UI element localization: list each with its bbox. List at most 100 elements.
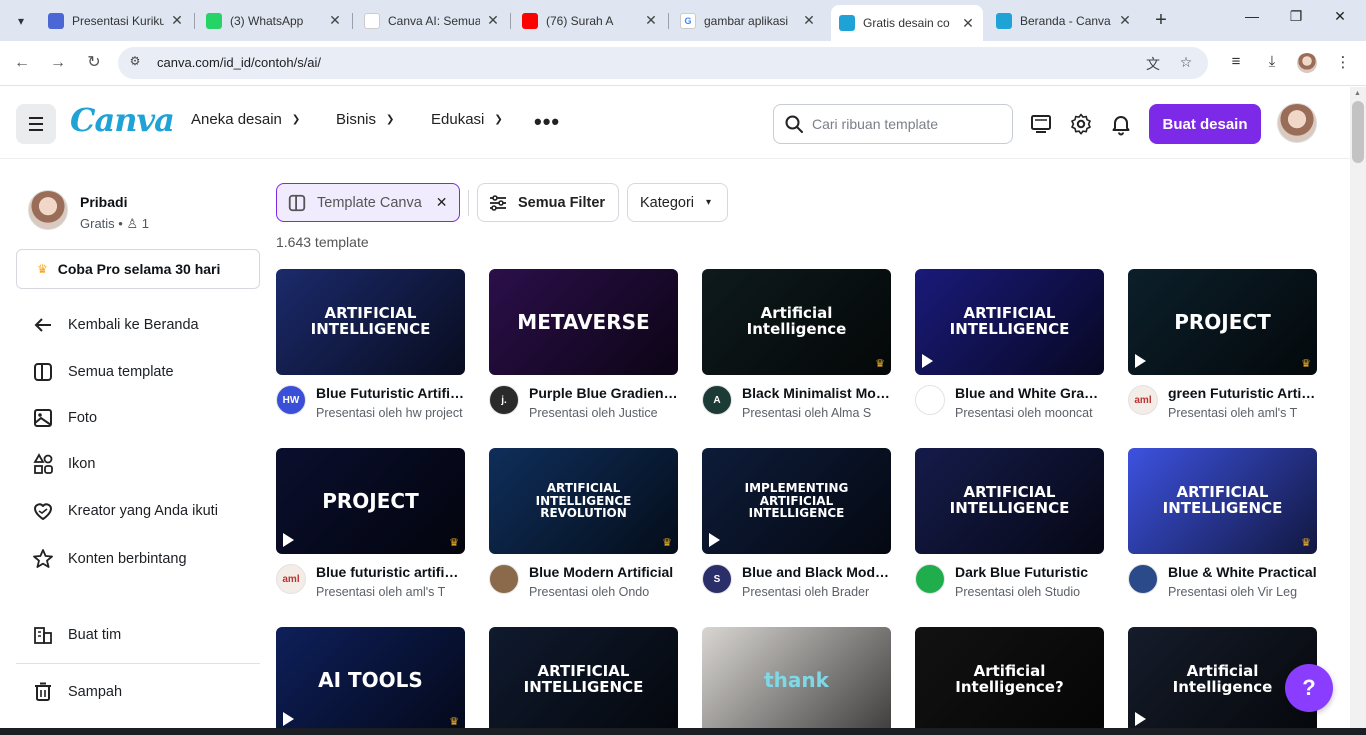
category-dropdown[interactable]: Kategori ▾ xyxy=(627,183,728,222)
creator-avatar[interactable]: j. xyxy=(489,385,519,415)
template-card[interactable]: METAVERSE j. Purple Blue Gradient Metavers… xyxy=(489,269,678,423)
page-scrollbar[interactable]: ▲ xyxy=(1350,87,1366,735)
forward-icon[interactable]: → xyxy=(47,52,69,74)
template-thumbnail[interactable]: ARTIFICIAL INTELLIGENCE xyxy=(489,627,678,733)
close-window-icon[interactable]: ✕ xyxy=(1320,8,1360,25)
template-title[interactable]: green Futuristic Artificial xyxy=(1168,385,1317,401)
browser-tab[interactable]: Ggambar aplikasi ✕ xyxy=(672,6,824,35)
new-tab-button[interactable]: + xyxy=(1150,9,1172,32)
creator-avatar[interactable] xyxy=(489,564,519,594)
template-creator[interactable]: Presentasi oleh Justice xyxy=(529,406,678,420)
sidebar-item-starred[interactable]: Konten berbintang xyxy=(32,547,187,571)
template-title[interactable]: Dark Blue Futuristic xyxy=(955,564,1104,580)
creator-avatar[interactable]: aml xyxy=(276,564,306,594)
template-card[interactable]: thank xyxy=(702,627,891,733)
browser-tab[interactable]: Gratis desain co ✕ xyxy=(831,5,983,41)
profile-name[interactable]: Pribadi xyxy=(80,194,127,210)
tab-close-icon[interactable]: ✕ xyxy=(328,12,342,29)
template-title[interactable]: Blue and White Gradient AI xyxy=(955,385,1104,401)
template-card[interactable]: Artificial Intelligence ♛ A Black Minimalis… xyxy=(702,269,891,423)
template-thumbnail[interactable]: ARTIFICIAL INTELLIGENCE ♛ xyxy=(1128,448,1317,554)
browser-profile-avatar[interactable] xyxy=(1297,53,1317,73)
help-button[interactable]: ? xyxy=(1285,664,1333,712)
tab-close-icon[interactable]: ✕ xyxy=(961,15,975,32)
tab-close-icon[interactable]: ✕ xyxy=(170,12,184,29)
template-card[interactable]: ARTIFICIAL INTELLIGENCE xyxy=(489,627,678,733)
sidebar-item-followed-creators[interactable]: Kreator yang Anda ikuti xyxy=(32,499,218,523)
account-avatar[interactable] xyxy=(1277,103,1317,143)
sidebar-item-photos[interactable]: Foto xyxy=(32,406,97,430)
address-bar[interactable]: ⚙ canva.com/id_id/contoh/s/ai/ 文 ☆ xyxy=(118,47,1208,79)
nav-aneka-desain[interactable]: Aneka desain ❯ xyxy=(191,111,300,128)
template-card[interactable]: IMPLEMENTING ARTIFICIAL INTELLIGENCE S Blu… xyxy=(702,448,891,602)
creator-avatar[interactable] xyxy=(1128,564,1158,594)
browser-menu-icon[interactable]: ⋮ xyxy=(1333,53,1353,73)
template-card[interactable]: ARTIFICIAL INTELLIGENCE REVOLUTION ♛ Blue … xyxy=(489,448,678,602)
tab-close-icon[interactable]: ✕ xyxy=(802,12,816,29)
sidebar-item-all-templates[interactable]: Semua template xyxy=(32,360,174,384)
template-creator[interactable]: Presentasi oleh Vir Leg xyxy=(1168,585,1317,599)
translate-icon[interactable]: 文 xyxy=(1144,54,1162,72)
template-creator[interactable]: Presentasi oleh Studio xyxy=(955,585,1104,599)
template-thumbnail[interactable]: IMPLEMENTING ARTIFICIAL INTELLIGENCE xyxy=(702,448,891,554)
desktop-app-icon[interactable] xyxy=(1029,112,1053,136)
creator-avatar[interactable] xyxy=(915,385,945,415)
all-filters-button[interactable]: Semua Filter xyxy=(477,183,619,222)
template-creator[interactable]: Presentasi oleh mooncat xyxy=(955,406,1104,420)
template-thumbnail[interactable]: Artificial Intelligence? xyxy=(915,627,1104,733)
tab-close-icon[interactable]: ✕ xyxy=(644,12,658,29)
creator-avatar[interactable]: S xyxy=(702,564,732,594)
template-title[interactable]: Blue & White Practical xyxy=(1168,564,1317,580)
sidebar-item-trash[interactable]: Sampah xyxy=(32,680,122,704)
template-card[interactable]: ARTIFICIAL INTELLIGENCE HW Blue Futuristic… xyxy=(276,269,465,423)
creator-avatar[interactable] xyxy=(915,564,945,594)
settings-gear-icon[interactable] xyxy=(1069,112,1093,136)
template-creator[interactable]: Presentasi oleh aml's T xyxy=(316,585,465,599)
template-thumbnail[interactable]: METAVERSE xyxy=(489,269,678,375)
template-title[interactable]: Blue and Black Modern xyxy=(742,564,891,580)
template-thumbnail[interactable]: thank xyxy=(702,627,891,733)
browser-tab[interactable]: Presentasi Kurikulum ✕ xyxy=(40,6,192,35)
template-thumbnail[interactable]: Artificial Intelligence ♛ xyxy=(702,269,891,375)
template-title[interactable]: Blue Modern Artificial xyxy=(529,564,678,580)
template-card[interactable]: ARTIFICIAL INTELLIGENCE Dark Blue Futuris… xyxy=(915,448,1104,602)
nav-edukasi[interactable]: Edukasi ❯ xyxy=(431,111,503,128)
template-title[interactable]: Purple Blue Gradient Metaverse xyxy=(529,385,678,401)
template-creator[interactable]: Presentasi oleh aml's T xyxy=(1168,406,1317,420)
browser-tab[interactable]: (76) Surah A ✕ xyxy=(514,6,666,35)
site-info-icon[interactable]: ⚙ xyxy=(126,54,144,72)
reload-icon[interactable]: ↻ xyxy=(83,52,105,74)
template-thumbnail[interactable]: PROJECT ♛ xyxy=(276,448,465,554)
download-icon[interactable]: ⤓ xyxy=(1262,53,1282,73)
template-thumbnail[interactable]: ARTIFICIAL INTELLIGENCE xyxy=(915,269,1104,375)
search-box[interactable] xyxy=(773,104,1013,144)
nav-bisnis[interactable]: Bisnis ❯ xyxy=(336,111,394,128)
create-design-button[interactable]: Buat desain xyxy=(1149,104,1261,144)
template-creator[interactable]: Presentasi oleh Alma S xyxy=(742,406,891,420)
url-text[interactable]: canva.com/id_id/contoh/s/ai/ xyxy=(157,55,321,70)
creator-avatar[interactable]: aml xyxy=(1128,385,1158,415)
maximize-icon[interactable]: ❐ xyxy=(1276,8,1316,25)
try-pro-button[interactable]: ♛ Coba Pro selama 30 hari xyxy=(16,249,260,289)
tab-close-icon[interactable]: ✕ xyxy=(486,12,500,29)
template-card[interactable]: Artificial Intelligence? xyxy=(915,627,1104,733)
sidebar-item-back-home[interactable]: Kembali ke Beranda xyxy=(32,313,199,337)
template-creator[interactable]: Presentasi oleh hw project xyxy=(316,406,465,420)
template-title[interactable]: Blue Futuristic Artificial Intelligence xyxy=(316,385,465,401)
notification-bell-icon[interactable] xyxy=(1109,112,1133,136)
menu-toggle-button[interactable] xyxy=(16,104,56,144)
bookmark-star-icon[interactable]: ☆ xyxy=(1177,54,1195,72)
template-title[interactable]: Black Minimalist Modern AI xyxy=(742,385,891,401)
creator-avatar[interactable]: HW xyxy=(276,385,306,415)
browser-tab[interactable]: (3) WhatsApp ✕ xyxy=(198,6,350,35)
template-thumbnail[interactable]: ARTIFICIAL INTELLIGENCE REVOLUTION ♛ xyxy=(489,448,678,554)
template-thumbnail[interactable]: ARTIFICIAL INTELLIGENCE xyxy=(915,448,1104,554)
sidebar-item-icons[interactable]: Ikon xyxy=(32,452,95,476)
template-thumbnail[interactable]: PROJECT ♛ xyxy=(1128,269,1317,375)
tab-close-icon[interactable]: ✕ xyxy=(1118,12,1132,29)
template-thumbnail[interactable]: ARTIFICIAL INTELLIGENCE xyxy=(276,269,465,375)
creator-avatar[interactable]: A xyxy=(702,385,732,415)
template-title[interactable]: Blue futuristic artificial xyxy=(316,564,465,580)
template-card[interactable]: ARTIFICIAL INTELLIGENCE ♛ Blue & White Pra… xyxy=(1128,448,1317,602)
profile-avatar[interactable] xyxy=(28,190,68,230)
